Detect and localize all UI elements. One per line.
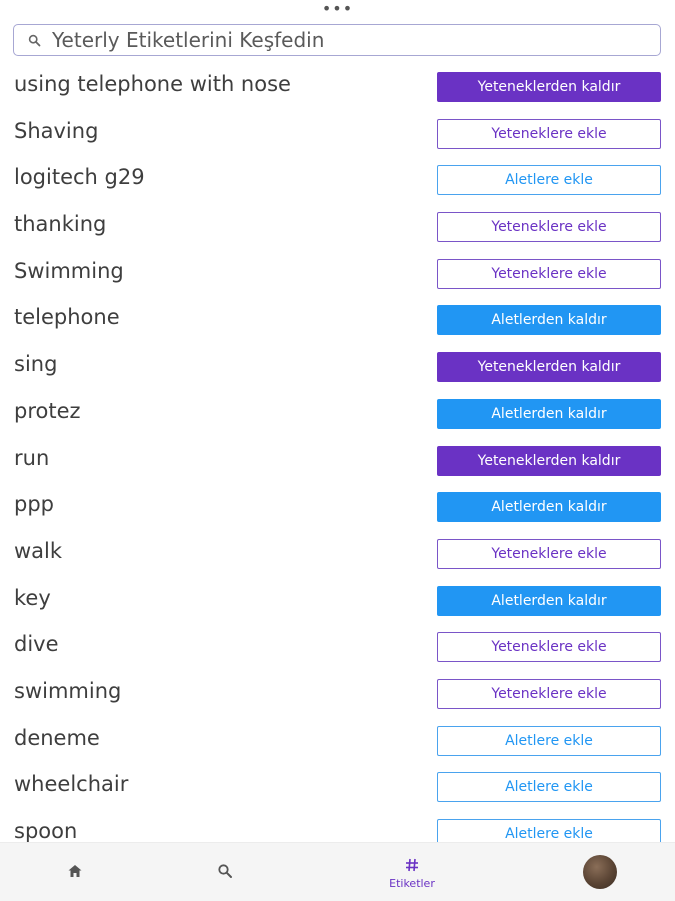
tag-row: Shaving Yeteneklere ekle (0, 111, 675, 158)
tag-label: swimming (14, 678, 122, 703)
nav-tags-label: Etiketler (389, 877, 435, 890)
nav-profile[interactable] (575, 843, 625, 901)
tag-row: swimming Yeteneklere ekle (0, 671, 675, 718)
nav-home[interactable] (50, 843, 100, 901)
tag-row: sing Yeteneklerden kaldır (0, 344, 675, 391)
avatar (583, 855, 617, 889)
tag-label: walk (14, 538, 63, 563)
search-bar[interactable] (13, 24, 661, 56)
bottom-navigation: Etiketler (0, 842, 675, 901)
search-icon (218, 864, 232, 878)
tag-label: sing (14, 352, 58, 377)
tag-row: Swimming Yeteneklere ekle (0, 251, 675, 298)
tag-label: deneme (14, 725, 100, 750)
tag-label: logitech g29 (14, 165, 145, 190)
tool-remove-button[interactable]: Aletlerden kaldır (437, 398, 661, 429)
tag-list: using telephone with nose Yeteneklerden k… (0, 64, 675, 858)
tag-label: wheelchair (14, 772, 129, 797)
tag-label: protez (14, 398, 81, 423)
skill-add-button[interactable]: Yeteneklere ekle (437, 118, 661, 149)
skill-add-button[interactable]: Yeteneklere ekle (437, 678, 661, 709)
tool-remove-button[interactable]: Aletlerden kaldır (437, 585, 661, 616)
tool-remove-button[interactable]: Aletlerden kaldır (437, 492, 661, 523)
nav-search[interactable] (200, 843, 250, 901)
tool-add-button[interactable]: Aletlere ekle (437, 772, 661, 803)
tag-row: run Yeteneklerden kaldır (0, 438, 675, 485)
skill-add-button[interactable]: Yeteneklere ekle (437, 632, 661, 663)
tool-remove-button[interactable]: Aletlerden kaldır (437, 305, 661, 336)
tag-row: thanking Yeteneklere ekle (0, 204, 675, 251)
more-options-icon[interactable]: ••• (0, 0, 675, 20)
skill-remove-button[interactable]: Yeteneklerden kaldır (437, 352, 661, 383)
tag-label: thanking (14, 212, 107, 237)
tool-add-button[interactable]: Aletlere ekle (437, 725, 661, 756)
tag-row: ppp Aletlerden kaldır (0, 484, 675, 531)
skill-add-button[interactable]: Yeteneklere ekle (437, 258, 661, 289)
tool-add-button[interactable]: Aletlere ekle (437, 165, 661, 196)
tag-row: protez Aletlerden kaldır (0, 391, 675, 438)
tag-label: Swimming (14, 258, 124, 283)
nav-tags[interactable]: Etiketler (380, 843, 444, 901)
tag-row: using telephone with nose Yeteneklerden k… (0, 64, 675, 111)
tag-label: dive (14, 632, 59, 657)
skill-remove-button[interactable]: Yeteneklerden kaldır (437, 72, 661, 102)
tag-row: walk Yeteneklere ekle (0, 531, 675, 578)
skill-add-button[interactable]: Yeteneklere ekle (437, 538, 661, 569)
tag-label: run (14, 445, 50, 470)
search-icon (28, 34, 41, 47)
tag-label: key (14, 585, 51, 610)
tag-row: dive Yeteneklere ekle (0, 624, 675, 671)
tag-row: key Aletlerden kaldır (0, 578, 675, 625)
skill-remove-button[interactable]: Yeteneklerden kaldır (437, 445, 661, 476)
tag-label: spoon (14, 819, 78, 843)
tag-label: Shaving (14, 118, 99, 143)
tag-row: deneme Aletlere ekle (0, 718, 675, 765)
hashtag-icon (406, 858, 418, 872)
tag-row: wheelchair Aletlere ekle (0, 764, 675, 811)
search-input[interactable] (52, 27, 652, 53)
home-icon (68, 865, 82, 877)
skill-add-button[interactable]: Yeteneklere ekle (437, 212, 661, 243)
tag-label: telephone (14, 305, 120, 330)
tag-row: logitech g29 Aletlere ekle (0, 157, 675, 204)
tag-row: telephone Aletlerden kaldır (0, 297, 675, 344)
tag-label: ppp (14, 492, 54, 517)
tag-label: using telephone with nose (14, 72, 291, 96)
